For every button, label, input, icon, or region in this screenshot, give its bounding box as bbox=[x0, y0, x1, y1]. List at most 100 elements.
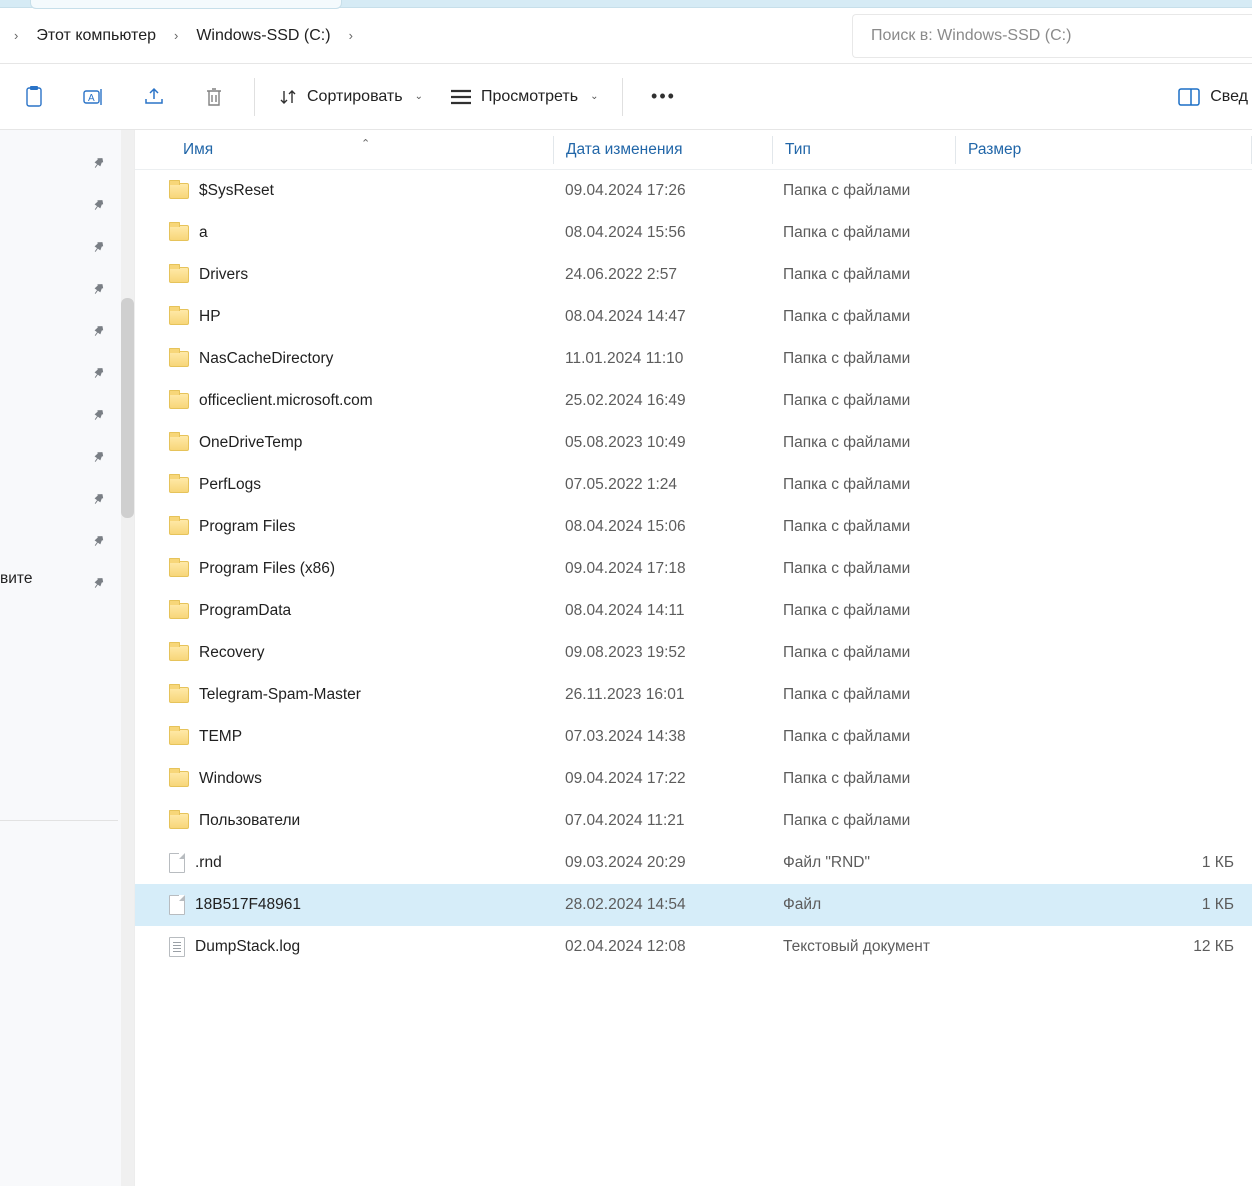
file-type: Папка с файлами bbox=[771, 392, 953, 410]
tab-strip[interactable] bbox=[0, 0, 1252, 8]
sidebar-pinned-item[interactable] bbox=[0, 352, 134, 394]
sidebar-scrollbar-track[interactable] bbox=[121, 130, 134, 1186]
more-button[interactable]: ••• bbox=[633, 72, 693, 122]
file-row[interactable]: Drivers24.06.2022 2:57Папка с файлами bbox=[135, 254, 1252, 296]
file-row[interactable]: OneDriveTemp05.08.2023 10:49Папка с файл… bbox=[135, 422, 1252, 464]
delete-button[interactable] bbox=[184, 72, 244, 122]
file-row[interactable]: ProgramData08.04.2024 14:11Папка с файла… bbox=[135, 590, 1252, 632]
file-name: $SysReset bbox=[199, 182, 274, 200]
sidebar-pinned-item[interactable] bbox=[0, 520, 134, 562]
file-type: Папка с файлами bbox=[771, 518, 953, 536]
navigation-sidebar[interactable]: вите bbox=[0, 130, 135, 1186]
sidebar-pinned-item[interactable] bbox=[0, 436, 134, 478]
pin-icon bbox=[89, 279, 108, 298]
column-header-size[interactable]: Размер bbox=[956, 141, 1251, 159]
search-placeholder: Поиск в: Windows-SSD (C:) bbox=[871, 27, 1071, 45]
file-date: 09.04.2024 17:18 bbox=[553, 560, 771, 578]
file-row[interactable]: NasCacheDirectory11.01.2024 11:10Папка с… bbox=[135, 338, 1252, 380]
search-input[interactable]: Поиск в: Windows-SSD (C:) bbox=[852, 14, 1252, 58]
file-type: Папка с файлами bbox=[771, 770, 953, 788]
file-type: Папка с файлами bbox=[771, 602, 953, 620]
file-icon bbox=[169, 895, 185, 915]
file-date: 26.11.2023 16:01 bbox=[553, 686, 771, 704]
file-row[interactable]: HP08.04.2024 14:47Папка с файлами bbox=[135, 296, 1252, 338]
file-name: officeclient.microsoft.com bbox=[199, 392, 373, 410]
file-date: 08.04.2024 14:47 bbox=[553, 308, 771, 326]
chevron-right-icon[interactable]: › bbox=[0, 28, 32, 43]
file-type: Папка с файлами bbox=[771, 266, 953, 284]
file-name: Program Files (x86) bbox=[199, 560, 335, 578]
chevron-down-icon: ⌄ bbox=[590, 91, 598, 102]
sidebar-scrollbar-thumb[interactable] bbox=[121, 298, 134, 518]
details-pane-button[interactable]: Свед bbox=[1178, 88, 1248, 106]
file-row[interactable]: a08.04.2024 15:56Папка с файлами bbox=[135, 212, 1252, 254]
view-button[interactable]: Просмотреть ⌄ bbox=[437, 72, 613, 122]
address-bar-row: › Этот компьютер › Windows-SSD (C:) › По… bbox=[0, 8, 1252, 64]
chevron-right-icon[interactable]: › bbox=[335, 28, 367, 43]
folder-icon bbox=[169, 645, 189, 661]
content-row: вите ⌃ Имя Дата изменения Тип Размер $Sy… bbox=[0, 130, 1252, 1186]
pin-icon bbox=[89, 321, 108, 340]
file-name: DumpStack.log bbox=[195, 938, 300, 956]
details-label: Свед bbox=[1210, 88, 1248, 106]
file-list-pane: ⌃ Имя Дата изменения Тип Размер $SysRese… bbox=[135, 130, 1252, 1186]
pin-icon bbox=[89, 531, 108, 550]
file-name: TEMP bbox=[199, 728, 242, 746]
rename-button[interactable]: A bbox=[64, 72, 124, 122]
file-name: Windows bbox=[199, 770, 262, 788]
pin-icon bbox=[89, 405, 108, 424]
file-row[interactable]: PerfLogs07.05.2022 1:24Папка с файлами bbox=[135, 464, 1252, 506]
sidebar-pinned-item[interactable] bbox=[0, 478, 134, 520]
chevron-right-icon[interactable]: › bbox=[160, 28, 192, 43]
pin-icon bbox=[89, 489, 108, 508]
sidebar-pinned-item[interactable] bbox=[0, 394, 134, 436]
column-header-type[interactable]: Тип bbox=[773, 141, 955, 159]
sort-label: Сортировать bbox=[307, 88, 403, 106]
folder-icon bbox=[169, 729, 189, 745]
breadcrumb-item[interactable]: Этот компьютер bbox=[32, 21, 160, 51]
file-row[interactable]: Program Files08.04.2024 15:06Папка с фай… bbox=[135, 506, 1252, 548]
folder-icon bbox=[169, 225, 189, 241]
file-type: Папка с файлами bbox=[771, 812, 953, 830]
file-list: $SysReset09.04.2024 17:26Папка с файлами… bbox=[135, 170, 1252, 968]
sidebar-pinned-item[interactable] bbox=[0, 142, 134, 184]
sort-indicator-icon: ⌃ bbox=[361, 137, 370, 150]
file-row[interactable]: Recovery09.08.2023 19:52Папка с файлами bbox=[135, 632, 1252, 674]
sidebar-pinned-item[interactable] bbox=[0, 268, 134, 310]
breadcrumb-item[interactable]: Windows-SSD (C:) bbox=[192, 21, 334, 51]
file-row[interactable]: 18B517F4896128.02.2024 14:54Файл1 КБ bbox=[135, 884, 1252, 926]
file-date: 24.06.2022 2:57 bbox=[553, 266, 771, 284]
folder-icon bbox=[169, 309, 189, 325]
share-button[interactable] bbox=[124, 72, 184, 122]
column-header-date[interactable]: Дата изменения bbox=[554, 141, 772, 159]
folder-icon bbox=[169, 393, 189, 409]
file-date: 08.04.2024 15:06 bbox=[553, 518, 771, 536]
file-row[interactable]: DumpStack.log02.04.2024 12:08Текстовый д… bbox=[135, 926, 1252, 968]
file-row[interactable]: Windows 09.04.2024 17:22Папка с файлами bbox=[135, 758, 1252, 800]
sidebar-pinned-item[interactable] bbox=[0, 310, 134, 352]
file-row[interactable]: officeclient.microsoft.com25.02.2024 16:… bbox=[135, 380, 1252, 422]
file-name: Telegram-Spam-Master bbox=[199, 686, 361, 704]
file-row[interactable]: $SysReset09.04.2024 17:26Папка с файлами bbox=[135, 170, 1252, 212]
column-header-name[interactable]: ⌃ Имя bbox=[135, 141, 553, 159]
file-row[interactable]: TEMP07.03.2024 14:38Папка с файлами bbox=[135, 716, 1252, 758]
breadcrumb[interactable]: › Этот компьютер › Windows-SSD (C:) › bbox=[0, 8, 852, 63]
file-date: 08.04.2024 15:56 bbox=[553, 224, 771, 242]
pin-icon bbox=[89, 237, 108, 256]
pin-icon bbox=[89, 195, 108, 214]
folder-icon bbox=[169, 813, 189, 829]
file-date: 11.01.2024 11:10 bbox=[553, 350, 771, 368]
file-row[interactable]: Telegram-Spam-Master26.11.2023 16:01Папк… bbox=[135, 674, 1252, 716]
file-date: 09.04.2024 17:22 bbox=[553, 770, 771, 788]
folder-icon bbox=[169, 603, 189, 619]
file-row[interactable]: .rnd09.03.2024 20:29Файл "RND"1 КБ bbox=[135, 842, 1252, 884]
sort-button[interactable]: Сортировать ⌄ bbox=[265, 72, 437, 122]
file-row[interactable]: Пользователи07.04.2024 11:21Папка с файл… bbox=[135, 800, 1252, 842]
paste-button[interactable] bbox=[4, 72, 64, 122]
file-type: Папка с файлами bbox=[771, 560, 953, 578]
separator bbox=[622, 78, 623, 116]
sidebar-pinned-item[interactable] bbox=[0, 226, 134, 268]
file-row[interactable]: Program Files (x86) 09.04.2024 17:18Папка… bbox=[135, 548, 1252, 590]
sidebar-pinned-item[interactable] bbox=[0, 184, 134, 226]
pin-icon bbox=[89, 363, 108, 382]
